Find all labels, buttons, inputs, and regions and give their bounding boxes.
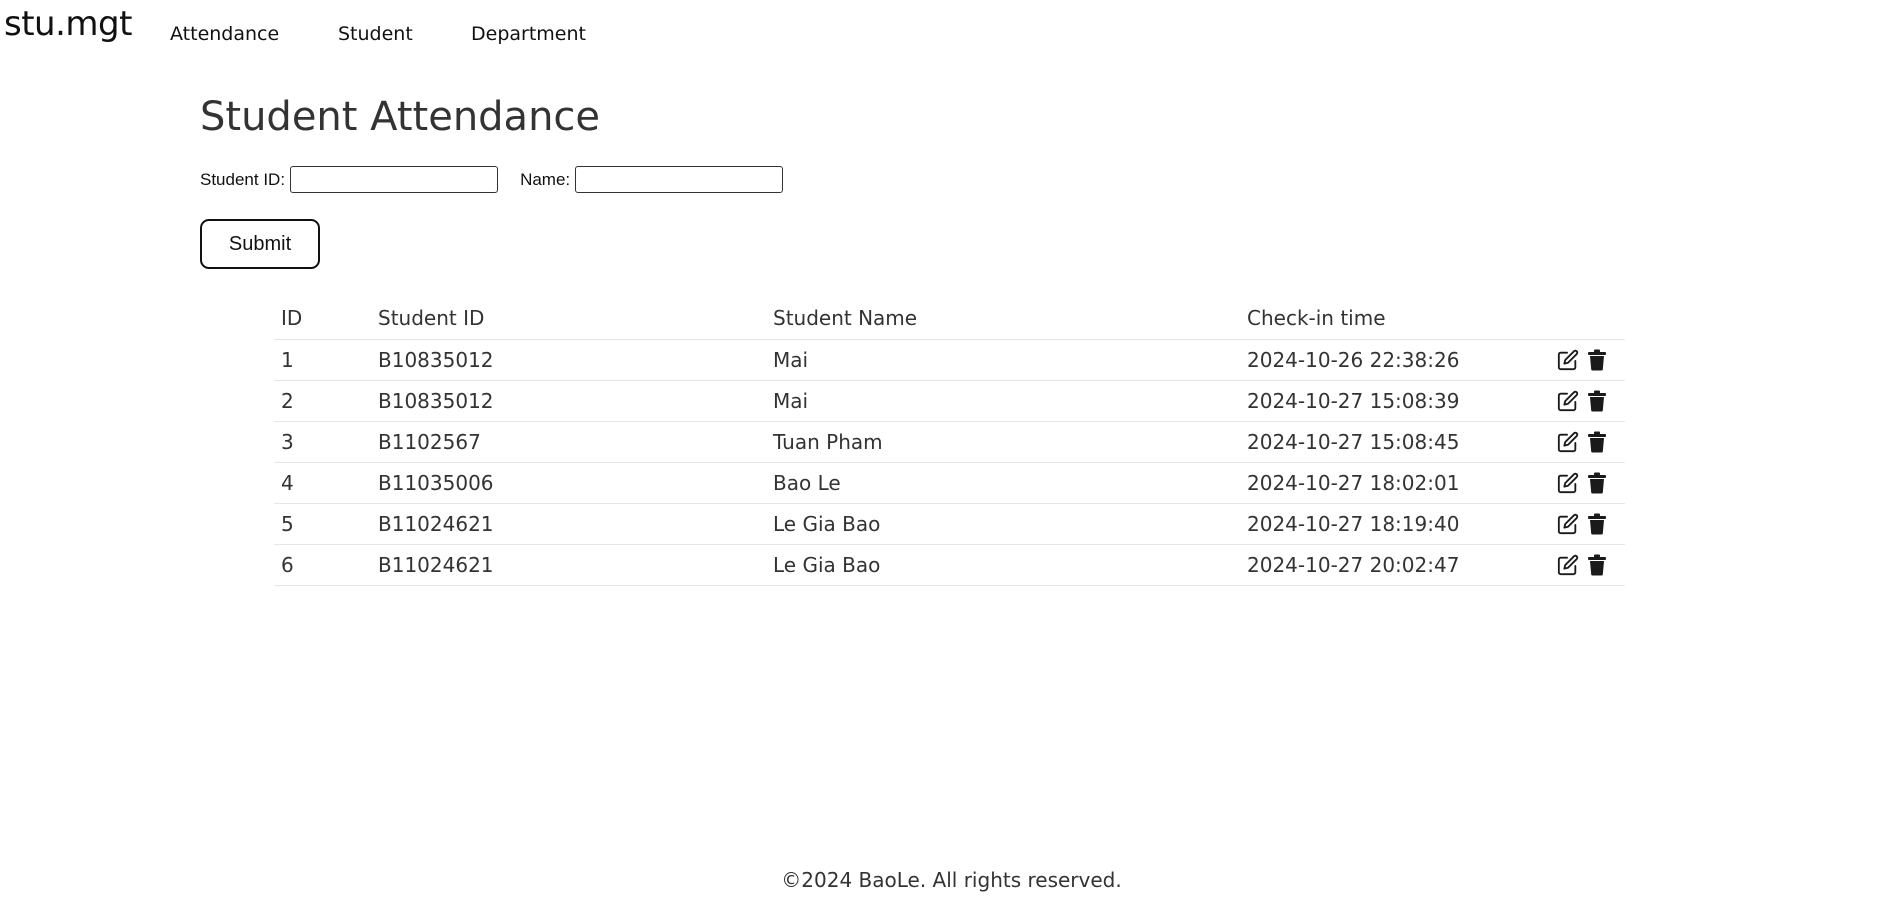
cell-id: 6 [281, 552, 294, 577]
cell-check-in-time: 2024-10-27 15:08:45 [1247, 429, 1460, 454]
trash-icon[interactable] [1586, 390, 1608, 412]
row-actions [1557, 390, 1625, 412]
edit-icon[interactable] [1557, 472, 1579, 494]
table-row: 2 B10835012 Mai 2024-10-27 15:08:39 [274, 380, 1625, 421]
cell-check-in-time: 2024-10-27 15:08:39 [1247, 388, 1460, 413]
trash-icon[interactable] [1586, 554, 1608, 576]
cell-student-name: Bao Le [773, 470, 841, 495]
cell-actions [1557, 339, 1625, 380]
page: stu.mgt Attendance Student Department St… [0, 0, 1903, 912]
attendance-table-container: ID Student ID Student Name Check-in time… [274, 298, 1625, 586]
header-student-id: Student ID [378, 306, 485, 331]
attendance-table: ID Student ID Student Name Check-in time… [274, 298, 1625, 586]
cell-student-name: Mai [773, 347, 809, 372]
edit-icon[interactable] [1557, 431, 1579, 453]
cell-id: 5 [281, 511, 294, 536]
table-row: 5 B11024621 Le Gia Bao 2024-10-27 18:19:40 [274, 503, 1625, 544]
row-actions [1557, 554, 1625, 576]
trash-icon[interactable] [1586, 513, 1608, 535]
page-title: Student Attendance [200, 94, 601, 140]
header-actions [1557, 298, 1625, 339]
cell-student-id: B11035006 [378, 470, 494, 495]
attendance-form: Student ID: Name: [200, 166, 784, 193]
cell-id: 4 [281, 470, 294, 495]
table-row: 3 B1102567 Tuan Pham 2024-10-27 15:08:45 [274, 421, 1625, 462]
cell-student-name: Mai [773, 388, 809, 413]
cell-actions [1557, 421, 1625, 462]
nav-link-student[interactable]: Student [338, 22, 413, 46]
footer-copyright: ©2024 BaoLe. All rights reserved. [781, 868, 1122, 892]
table-row: 4 B11035006 Bao Le 2024-10-27 18:02:01 [274, 462, 1625, 503]
cell-check-in-time: 2024-10-27 18:19:40 [1247, 511, 1460, 536]
cell-actions [1557, 544, 1625, 585]
student-id-input[interactable] [290, 166, 499, 193]
cell-student-name: Le Gia Bao [773, 552, 881, 577]
cell-actions [1557, 503, 1625, 544]
trash-icon[interactable] [1586, 472, 1608, 494]
cell-id: 3 [281, 429, 294, 454]
row-actions [1557, 472, 1625, 494]
cell-actions [1557, 380, 1625, 421]
submit-button[interactable]: Submit [200, 219, 320, 269]
cell-student-name: Le Gia Bao [773, 511, 881, 536]
nav-link-department[interactable]: Department [471, 22, 586, 46]
edit-icon[interactable] [1557, 554, 1579, 576]
table-row: 6 B11024621 Le Gia Bao 2024-10-27 20:02:47 [274, 544, 1625, 585]
row-actions [1557, 513, 1625, 535]
row-actions [1557, 431, 1625, 453]
trash-icon[interactable] [1586, 431, 1608, 453]
cell-check-in-time: 2024-10-27 18:02:01 [1247, 470, 1460, 495]
header-student-name: Student Name [773, 306, 918, 331]
cell-check-in-time: 2024-10-26 22:38:26 [1247, 347, 1460, 372]
cell-student-id: B10835012 [378, 388, 494, 413]
cell-actions [1557, 462, 1625, 503]
brand-logo[interactable]: stu.mgt [4, 4, 132, 44]
table-row: 1 B10835012 Mai 2024-10-26 22:38:26 [274, 339, 1625, 380]
edit-icon[interactable] [1557, 513, 1579, 535]
nav-link-attendance[interactable]: Attendance [170, 22, 279, 46]
student-id-label: Student ID: [200, 169, 286, 189]
cell-student-id: B11024621 [378, 511, 494, 536]
cell-student-id: B11024621 [378, 552, 494, 577]
header-check-in-time: Check-in time [1247, 306, 1386, 331]
cell-id: 1 [281, 347, 294, 372]
table-body: 1 B10835012 Mai 2024-10-26 22:38:26 2 B108350… [274, 339, 1625, 585]
header-id: ID [281, 306, 303, 331]
cell-student-name: Tuan Pham [773, 429, 883, 454]
cell-student-id: B10835012 [378, 347, 494, 372]
name-input[interactable] [575, 166, 784, 193]
row-actions [1557, 349, 1625, 371]
trash-icon[interactable] [1586, 349, 1608, 371]
cell-student-id: B1102567 [378, 429, 481, 454]
edit-icon[interactable] [1557, 349, 1579, 371]
cell-check-in-time: 2024-10-27 20:02:47 [1247, 552, 1460, 577]
name-label: Name: [520, 169, 571, 189]
table-header-row: ID Student ID Student Name Check-in time [274, 298, 1625, 339]
edit-icon[interactable] [1557, 390, 1579, 412]
cell-id: 2 [281, 388, 294, 413]
